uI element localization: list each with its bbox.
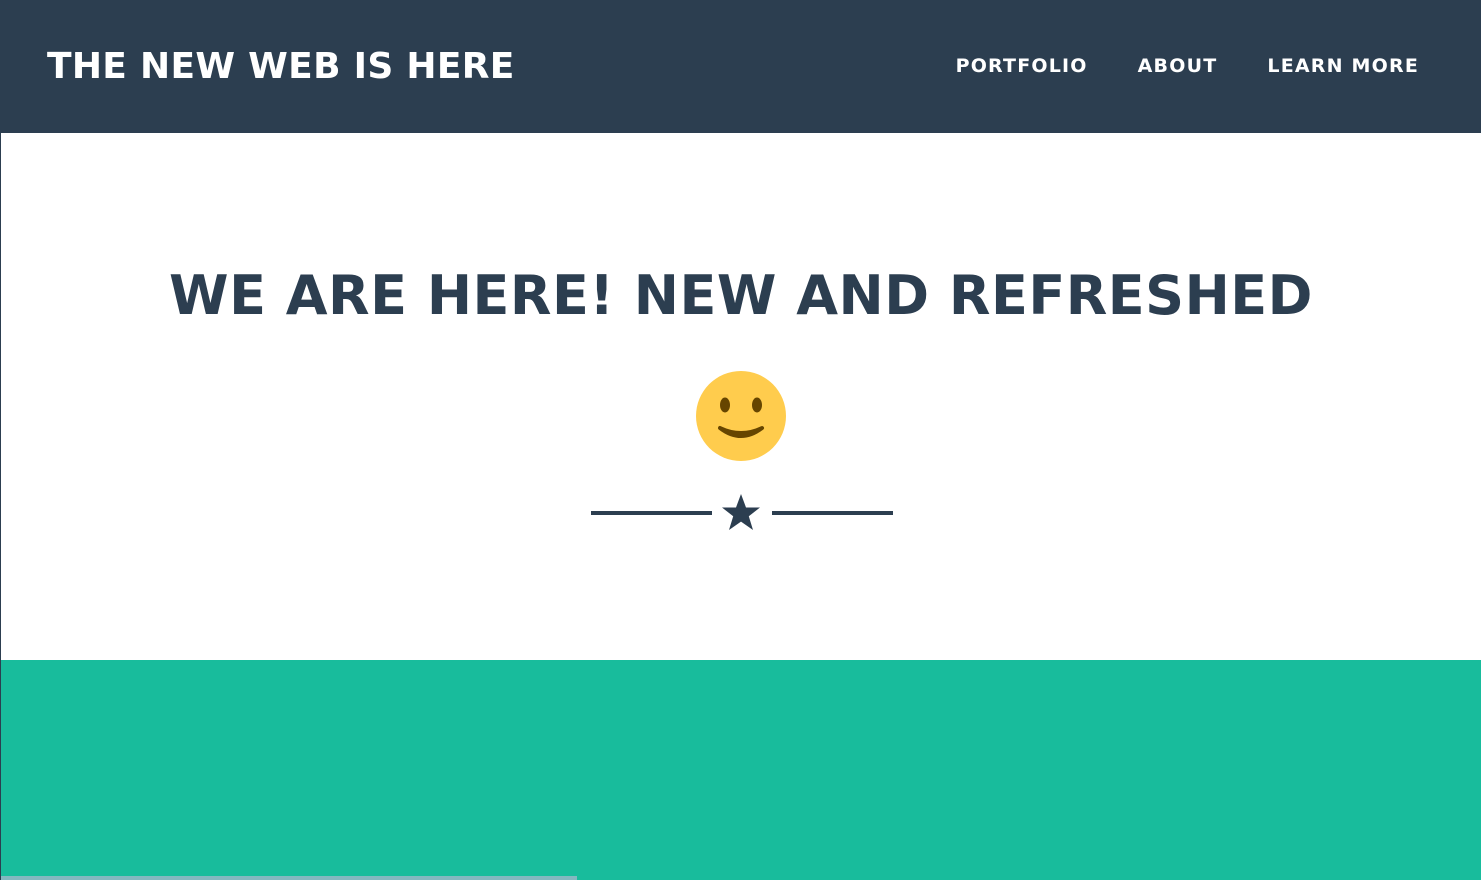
nav-links: PORTFOLIO ABOUT LEARN MORE: [956, 52, 1419, 80]
page: THE NEW WEB IS HERE PORTFOLIO ABOUT LEAR…: [0, 0, 1481, 880]
divider-line-right: [772, 511, 893, 515]
star-divider: [591, 493, 893, 533]
masthead-headline: WE ARE HERE! NEW AND REFRESHED: [169, 264, 1313, 327]
brand-link[interactable]: THE NEW WEB IS HERE: [47, 43, 515, 91]
divider-line-left: [591, 511, 712, 515]
teal-section: [1, 660, 1481, 880]
navbar: THE NEW WEB IS HERE PORTFOLIO ABOUT LEAR…: [1, 0, 1481, 133]
horizontal-scrollbar[interactable]: [1, 876, 577, 880]
slightly-smiling-face-icon: [696, 371, 786, 461]
star-icon: [722, 494, 760, 530]
nav-link-about[interactable]: ABOUT: [1138, 52, 1218, 80]
masthead: WE ARE HERE! NEW AND REFRESHED: [1, 133, 1481, 660]
nav-link-portfolio[interactable]: PORTFOLIO: [956, 52, 1088, 80]
nav-link-learn-more[interactable]: LEARN MORE: [1267, 52, 1419, 80]
